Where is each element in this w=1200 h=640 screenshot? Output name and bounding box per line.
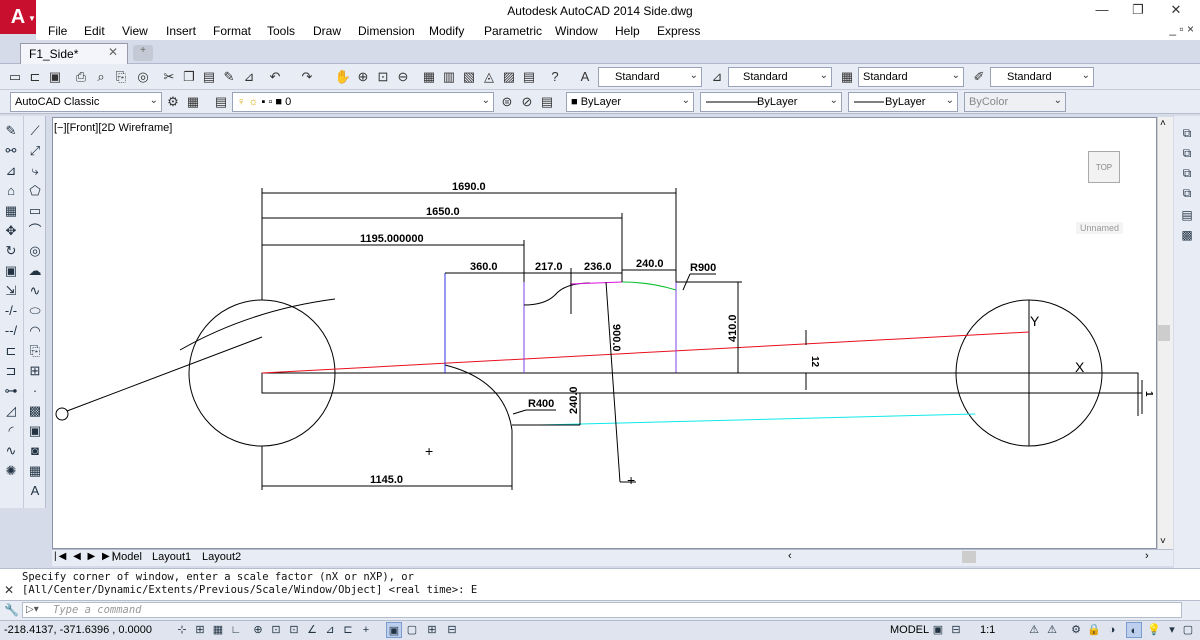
red-line bbox=[261, 331, 1030, 374]
center-cross: + bbox=[425, 443, 433, 459]
object-snap-tracking-icon[interactable]: ∠ bbox=[304, 622, 320, 638]
dim-1-text: 1 bbox=[1143, 391, 1154, 397]
dim-1 bbox=[1138, 380, 1143, 414]
dim-1690-text: 1690.0 bbox=[452, 181, 486, 193]
annotation-visibility-icon[interactable]: ⚠ bbox=[1026, 622, 1042, 638]
magenta-line bbox=[569, 281, 623, 285]
tab-model[interactable]: Model bbox=[112, 551, 142, 563]
dim-240-vertical-text: 240.0 bbox=[568, 386, 580, 414]
cyan-line bbox=[539, 413, 976, 426]
ucs-x-label: X bbox=[1075, 359, 1085, 375]
quick-view-drawings-icon[interactable]: ⊟ bbox=[948, 622, 964, 638]
command-input[interactable]: Type a command bbox=[22, 602, 1182, 618]
coordinates-display[interactable]: -218.4137, -371.6396 , 0.0000 bbox=[4, 624, 152, 636]
show-lineweight-icon[interactable]: + bbox=[358, 622, 374, 638]
tab-layout2[interactable]: Layout2 bbox=[202, 551, 241, 563]
chassis bbox=[261, 372, 1139, 394]
grid-display-icon[interactable]: ▦ bbox=[210, 622, 226, 638]
command-history-line: [All/Center/Dynamic/Extents/Previous/Sca… bbox=[22, 584, 478, 596]
dim-217-text: 217.0 bbox=[535, 261, 563, 273]
dim-1195-text: 1195.000000 bbox=[360, 233, 424, 245]
wrench-icon[interactable]: 🔧 bbox=[4, 603, 19, 617]
r400-text: R400 bbox=[528, 398, 554, 410]
selection-cycling-icon[interactable]: ⊞ bbox=[424, 622, 440, 638]
dim-1650-text: 1650.0 bbox=[426, 206, 460, 218]
dim-1690 bbox=[261, 188, 677, 300]
command-prompt-icon[interactable]: ▷▾ bbox=[26, 604, 39, 615]
scroll-left-icon[interactable]: ‹ bbox=[788, 550, 792, 562]
dynamic-input-icon[interactable]: ⊏ bbox=[340, 622, 356, 638]
auto-scale-icon[interactable]: ⚠ bbox=[1044, 622, 1060, 638]
layout-nav-icons[interactable]: |◀ ◀ ▶ ▶| bbox=[54, 551, 116, 562]
scroll-right-icon[interactable]: › bbox=[1145, 550, 1149, 562]
horizontal-scroll-thumb[interactable] bbox=[962, 551, 976, 563]
quick-properties-icon[interactable]: ▢ bbox=[404, 622, 420, 638]
model-space-button[interactable]: MODEL bbox=[890, 624, 929, 636]
object-snap-icon[interactable]: ⊡ bbox=[268, 622, 284, 638]
lock-toolbar-icon[interactable]: 🔒 bbox=[1086, 622, 1102, 638]
lightbulb-icon[interactable]: 💡 bbox=[1146, 622, 1162, 638]
transparency-icon[interactable]: ▣ bbox=[386, 622, 402, 638]
quick-view-layouts-icon[interactable]: ▣ bbox=[930, 622, 946, 638]
r400-leader bbox=[512, 409, 527, 415]
cursor-cross: + bbox=[627, 472, 635, 488]
dim-236-text: 236.0 bbox=[584, 261, 612, 273]
front-wing-line bbox=[66, 336, 263, 412]
annotation-monitor-icon[interactable]: ⊟ bbox=[444, 622, 460, 638]
dim-1145-text: 1145.0 bbox=[370, 474, 403, 486]
drawing-svg: + + 1690.0 1650.0 1195.000000 360.0 217.… bbox=[55, 181, 1154, 490]
nose-curve bbox=[179, 298, 336, 351]
command-history-line: Specify corner of window, enter a scale … bbox=[22, 571, 414, 583]
allow-dynamic-ucs-icon[interactable]: ⊿ bbox=[322, 622, 338, 638]
arc-r400 bbox=[444, 364, 513, 431]
annotation-scale[interactable]: 1:1 bbox=[980, 624, 995, 636]
isolate-objects-icon[interactable]: ◐ bbox=[1126, 622, 1142, 638]
workspace-switching-icon[interactable]: ⚙ bbox=[1068, 622, 1084, 638]
green-arc bbox=[621, 281, 677, 291]
dim-900-line bbox=[605, 281, 621, 483]
snap-mode-icon[interactable]: ⊞ bbox=[192, 622, 208, 638]
polar-tracking-icon[interactable]: ⊕ bbox=[250, 622, 266, 638]
hardware-acceleration-icon[interactable]: ◑ bbox=[1104, 622, 1120, 638]
clean-screen-icon[interactable]: ▢ bbox=[1180, 622, 1196, 638]
3d-object-snap-icon[interactable]: ⊡ bbox=[286, 622, 302, 638]
front-wing-point bbox=[55, 407, 69, 421]
dim-900-text: 900.0 bbox=[610, 324, 622, 352]
tab-layout1[interactable]: Layout1 bbox=[152, 551, 191, 563]
ucs-y-label: Y bbox=[1030, 313, 1040, 329]
close-icon[interactable]: ✕ bbox=[4, 583, 14, 597]
dim-410-text: 410.0 bbox=[727, 314, 739, 342]
r900-text: R900 bbox=[690, 262, 716, 274]
status-menu-icon[interactable]: ▾ bbox=[1164, 622, 1180, 638]
dim-12-text: 12 bbox=[809, 356, 820, 368]
dim-1650 bbox=[262, 213, 623, 282]
dim-240-top-text: 240.0 bbox=[636, 258, 664, 270]
dim-360-text: 360.0 bbox=[470, 261, 498, 273]
infer-constraints-icon[interactable]: ⊹ bbox=[174, 622, 190, 638]
ortho-mode-icon[interactable]: ∟ bbox=[228, 622, 244, 638]
cockpit-curve bbox=[523, 282, 591, 306]
